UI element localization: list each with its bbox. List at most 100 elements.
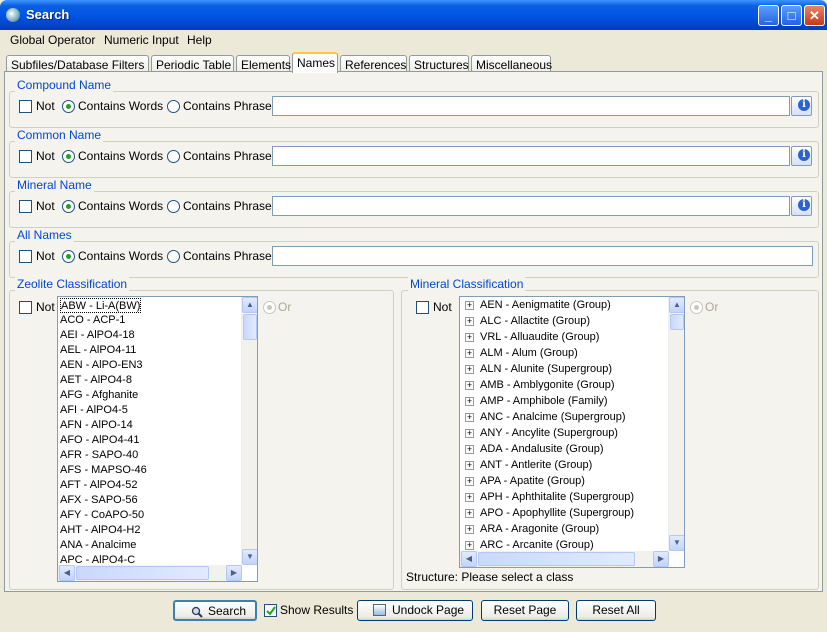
zeolite-vertical-scrollbar[interactable]: ▲ ▼ [241, 297, 257, 565]
mineral-name-input[interactable] [272, 196, 790, 216]
reset-page-button[interactable]: Reset Page [481, 600, 569, 621]
expand-plus-icon[interactable]: + [465, 397, 474, 406]
zeolite-list-item[interactable]: AFS - MAPSO-46 [60, 463, 147, 478]
mineral-tree-node[interactable]: + APO - Apophyllite (Supergroup) [460, 506, 668, 522]
scroll-thumb[interactable] [478, 552, 635, 566]
menu-global-operator[interactable]: Global Operator [10, 33, 95, 47]
expand-plus-icon[interactable]: + [465, 541, 474, 550]
minimize-button[interactable]: _ [758, 5, 779, 26]
mineral-tree-node[interactable]: + ANC - Analcime (Supergroup) [460, 410, 668, 426]
mineral-tree-node[interactable]: + ALM - Alum (Group) [460, 346, 668, 362]
zeolite-list-item[interactable]: AET - AlPO4-8 [60, 373, 132, 388]
reset-all-button[interactable]: Reset All [576, 600, 656, 621]
zeolite-list-item[interactable]: AEN - AlPO-EN3 [60, 358, 143, 373]
compound-name-info-icon[interactable] [791, 96, 812, 116]
menu-numeric-input[interactable]: Numeric Input [104, 33, 179, 47]
undock-page-button[interactable]: Undock Page [357, 600, 473, 621]
scroll-right-arrow-icon[interactable]: ▶ [653, 551, 669, 567]
common-name-contains-phrase-radio[interactable] [167, 150, 180, 163]
mineral-name-contains-phrase-radio[interactable] [167, 200, 180, 213]
scroll-down-arrow-icon[interactable]: ▼ [242, 549, 257, 565]
mineral-tree-node[interactable]: + APA - Apatite (Group) [460, 474, 668, 490]
expand-plus-icon[interactable]: + [465, 509, 474, 518]
compound-name-input[interactable] [272, 96, 790, 116]
mineral-tree-node[interactable]: + ARA - Aragonite (Group) [460, 522, 668, 538]
mineral-tree-node[interactable]: + VRL - Alluaudite (Group) [460, 330, 668, 346]
mineral-horizontal-scrollbar[interactable]: ◀ ▶ [460, 551, 669, 567]
compound-name-contains-words-radio[interactable] [62, 100, 75, 113]
zeolite-list-item[interactable]: ABW - Li-A(BW) [60, 298, 142, 313]
mineral-tree-node[interactable]: + AMP - Amphibole (Family) [460, 394, 668, 410]
mineral-name-contains-words-radio[interactable] [62, 200, 75, 213]
expand-plus-icon[interactable]: + [465, 413, 474, 422]
maximize-button[interactable]: □ [781, 5, 802, 26]
expand-plus-icon[interactable]: + [465, 365, 474, 374]
mineral-vertical-scrollbar[interactable]: ▲ ▼ [668, 297, 684, 551]
zeolite-list-item[interactable]: AFT - AlPO4-52 [60, 478, 137, 493]
zeolite-or-radio[interactable] [263, 301, 276, 314]
zeolite-list-item[interactable]: ACO - ACP-1 [60, 313, 125, 328]
zeolite-list-item[interactable]: AFX - SAPO-56 [60, 493, 138, 508]
scroll-left-arrow-icon[interactable]: ◀ [461, 551, 477, 567]
mineral-tree-node[interactable]: + ALN - Alunite (Supergroup) [460, 362, 668, 378]
zeolite-list-item[interactable]: AFN - AlPO-14 [60, 418, 133, 433]
zeolite-list-item[interactable]: AFR - SAPO-40 [60, 448, 138, 463]
zeolite-list-item[interactable]: AEL - AlPO4-11 [60, 343, 136, 358]
zeolite-list-item[interactable]: AEI - AlPO4-18 [60, 328, 135, 343]
zeolite-list-item[interactable]: AFO - AlPO4-41 [60, 433, 139, 448]
mineral-or-radio[interactable] [690, 301, 703, 314]
expand-plus-icon[interactable]: + [465, 477, 474, 486]
tab-names[interactable]: Names [292, 52, 338, 73]
mineral-tree-node[interactable]: + ADA - Andalusite (Group) [460, 442, 668, 458]
common-name-contains-words-radio[interactable] [62, 150, 75, 163]
mineral-tree-node[interactable]: + APH - Aphthitalite (Supergroup) [460, 490, 668, 506]
expand-plus-icon[interactable]: + [465, 525, 474, 534]
zeolite-not-checkbox[interactable] [19, 301, 32, 314]
all-names-not-checkbox[interactable] [19, 250, 32, 263]
scroll-up-arrow-icon[interactable]: ▲ [242, 297, 257, 313]
zeolite-list-item[interactable]: ANA - Analcime [60, 538, 136, 553]
expand-plus-icon[interactable]: + [465, 349, 474, 358]
common-name-info-icon[interactable] [791, 146, 812, 166]
search-button[interactable]: Search [173, 600, 257, 621]
expand-plus-icon[interactable]: + [465, 445, 474, 454]
menu-help[interactable]: Help [187, 33, 212, 47]
scroll-thumb[interactable] [243, 314, 257, 340]
scroll-up-arrow-icon[interactable]: ▲ [669, 297, 684, 313]
expand-plus-icon[interactable]: + [465, 461, 474, 470]
expand-plus-icon[interactable]: + [465, 493, 474, 502]
common-name-input[interactable] [272, 146, 790, 166]
all-names-input[interactable] [272, 246, 813, 266]
expand-plus-icon[interactable]: + [465, 429, 474, 438]
mineral-tree-node[interactable]: + ALC - Allactite (Group) [460, 314, 668, 330]
all-names-contains-phrase-radio[interactable] [167, 250, 180, 263]
mineral-tree-node[interactable]: + AEN - Aenigmatite (Group) [460, 298, 668, 314]
scroll-thumb[interactable] [670, 314, 684, 330]
show-results-checkbox[interactable] [264, 604, 277, 617]
expand-plus-icon[interactable]: + [465, 317, 474, 326]
zeolite-list-item[interactable]: AFG - Afghanite [60, 388, 138, 403]
zeolite-list-item[interactable]: AFY - CoAPO-50 [60, 508, 144, 523]
mineral-tree-node[interactable]: + AMB - Amblygonite (Group) [460, 378, 668, 394]
zeolite-list-item[interactable]: AHT - AlPO4-H2 [60, 523, 141, 538]
expand-plus-icon[interactable]: + [465, 381, 474, 390]
scroll-down-arrow-icon[interactable]: ▼ [669, 535, 684, 551]
mineral-not-checkbox[interactable] [416, 301, 429, 314]
compound-name-contains-phrase-radio[interactable] [167, 100, 180, 113]
compound-name-not-checkbox[interactable] [19, 100, 32, 113]
zeolite-list-item[interactable]: AFI - AlPO4-5 [60, 403, 128, 418]
mineral-name-not-checkbox[interactable] [19, 200, 32, 213]
expand-plus-icon[interactable]: + [465, 301, 474, 310]
scroll-left-arrow-icon[interactable]: ◀ [59, 565, 75, 581]
mineral-tree-node[interactable]: + ANY - Ancylite (Supergroup) [460, 426, 668, 442]
common-name-not-checkbox[interactable] [19, 150, 32, 163]
zeolite-list[interactable]: ABW - Li-A(BW) ACO - ACP-1 AEI - AlPO4-18 A… [57, 296, 258, 582]
scroll-thumb[interactable] [76, 566, 209, 580]
expand-plus-icon[interactable]: + [465, 333, 474, 342]
zeolite-horizontal-scrollbar[interactable]: ◀ ▶ [58, 565, 242, 581]
mineral-tree[interactable]: + AEN - Aenigmatite (Group) + ALC - Allacti… [459, 296, 685, 568]
mineral-name-info-icon[interactable] [791, 196, 812, 216]
all-names-contains-words-radio[interactable] [62, 250, 75, 263]
close-button[interactable]: ✕ [804, 5, 825, 26]
scroll-right-arrow-icon[interactable]: ▶ [226, 565, 242, 581]
